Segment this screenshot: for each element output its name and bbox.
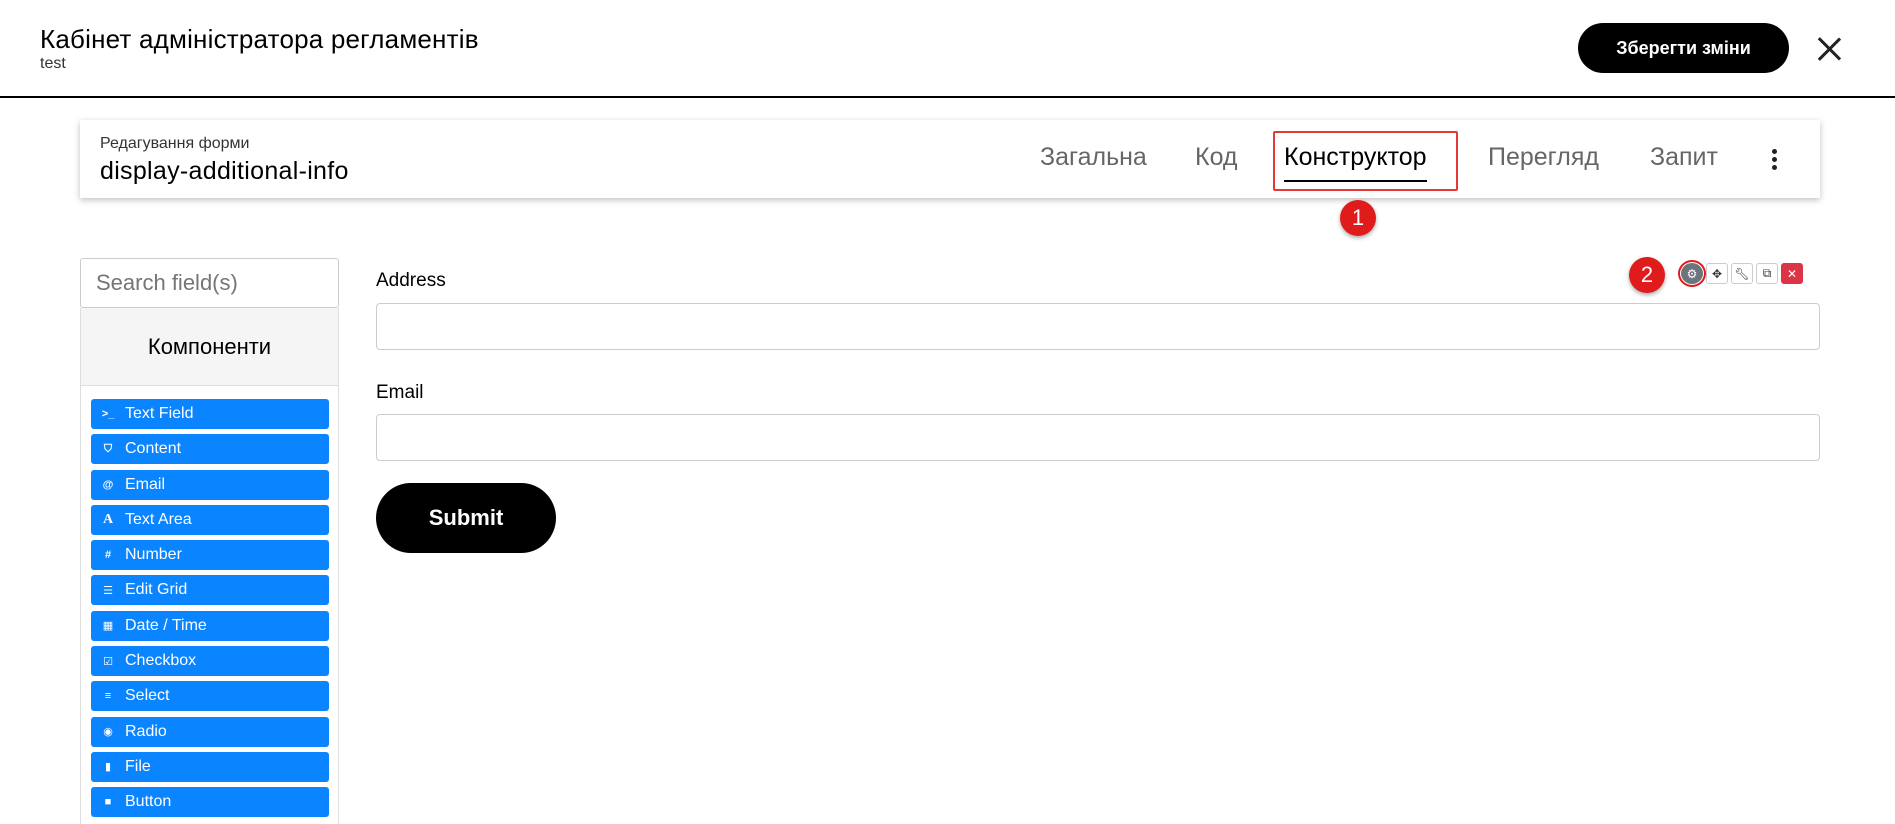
wrench-icon[interactable]: 🔧︎ bbox=[1731, 263, 1753, 284]
address-input[interactable] bbox=[376, 303, 1820, 350]
close-icon[interactable] bbox=[1816, 36, 1842, 62]
stop-icon: ■ bbox=[104, 796, 112, 809]
address-label: Address bbox=[376, 270, 446, 291]
terminal-icon: >_ bbox=[101, 408, 115, 420]
file-icon: ▮ bbox=[104, 761, 112, 774]
move-icon[interactable]: ✥ bbox=[1706, 263, 1728, 284]
dot-circle-icon: ◉ bbox=[103, 726, 113, 739]
component-edit-grid[interactable]: ☰ Edit Grid bbox=[91, 575, 329, 606]
tab-preview[interactable]: Перегляд bbox=[1488, 143, 1599, 172]
hashtag-icon: # bbox=[104, 549, 112, 562]
app-header: Кабінет адміністратора регламентів test … bbox=[0, 0, 1895, 98]
tasks-icon: ☰ bbox=[103, 584, 113, 597]
email-label: Email bbox=[376, 382, 424, 403]
list-icon: ≡ bbox=[104, 690, 112, 703]
save-changes-button[interactable]: Зберегти зміни bbox=[1578, 23, 1789, 73]
component-number[interactable]: # Number bbox=[91, 540, 329, 571]
component-checkbox[interactable]: ☑ Checkbox bbox=[91, 646, 329, 677]
tab-highlight-box bbox=[1273, 131, 1458, 191]
tab-request[interactable]: Запит bbox=[1650, 143, 1718, 172]
component-button[interactable]: ■ Button bbox=[91, 787, 329, 818]
gear-icon[interactable]: ⚙ bbox=[1678, 260, 1706, 287]
components-title[interactable]: Компоненти bbox=[81, 308, 338, 386]
email-input[interactable] bbox=[376, 414, 1820, 461]
component-select[interactable]: ≡ Select bbox=[91, 681, 329, 712]
calendar-icon: ▦ bbox=[102, 620, 114, 633]
component-email[interactable]: @ Email bbox=[91, 469, 329, 500]
remove-icon[interactable]: ✕ bbox=[1781, 263, 1803, 284]
form-edit-label: Редагування форми bbox=[100, 135, 250, 152]
component-date-time[interactable]: ▦ Date / Time bbox=[91, 610, 329, 641]
app-title: Кабінет адміністратора регламентів bbox=[40, 24, 479, 54]
app-subtitle: test bbox=[40, 55, 66, 72]
tab-general[interactable]: Загальна bbox=[1040, 143, 1147, 172]
tab-code[interactable]: Код bbox=[1195, 143, 1238, 172]
component-file[interactable]: ▮ File bbox=[91, 751, 329, 782]
more-options-icon[interactable] bbox=[1770, 149, 1778, 173]
copy-icon[interactable]: ⧉ bbox=[1756, 263, 1778, 284]
component-toolbar: ⚙ ✥ 🔧︎ ⧉ ✕ bbox=[1678, 260, 1803, 287]
font-icon: A bbox=[102, 511, 114, 527]
component-content[interactable]: ⛉ Content bbox=[91, 434, 329, 465]
check-square-icon: ☑ bbox=[103, 655, 113, 668]
submit-button[interactable]: Submit bbox=[376, 483, 556, 553]
annotation-marker-1: 1 bbox=[1340, 200, 1376, 236]
html5-icon: ⛉ bbox=[103, 442, 113, 455]
annotation-marker-2: 2 bbox=[1629, 257, 1665, 293]
components-panel: Компоненти >_ Text Field ⛉ Content @ Email … bbox=[80, 308, 339, 824]
component-text-field[interactable]: >_ Text Field bbox=[91, 399, 329, 429]
components-list: >_ Text Field ⛉ Content @ Email A Text Area … bbox=[81, 386, 338, 818]
search-fields-input[interactable] bbox=[80, 258, 339, 308]
form-name: display-additional-info bbox=[100, 157, 349, 185]
component-text-area[interactable]: A Text Area bbox=[91, 504, 329, 535]
at-icon: @ bbox=[102, 478, 114, 491]
component-radio[interactable]: ◉ Radio bbox=[91, 716, 329, 747]
